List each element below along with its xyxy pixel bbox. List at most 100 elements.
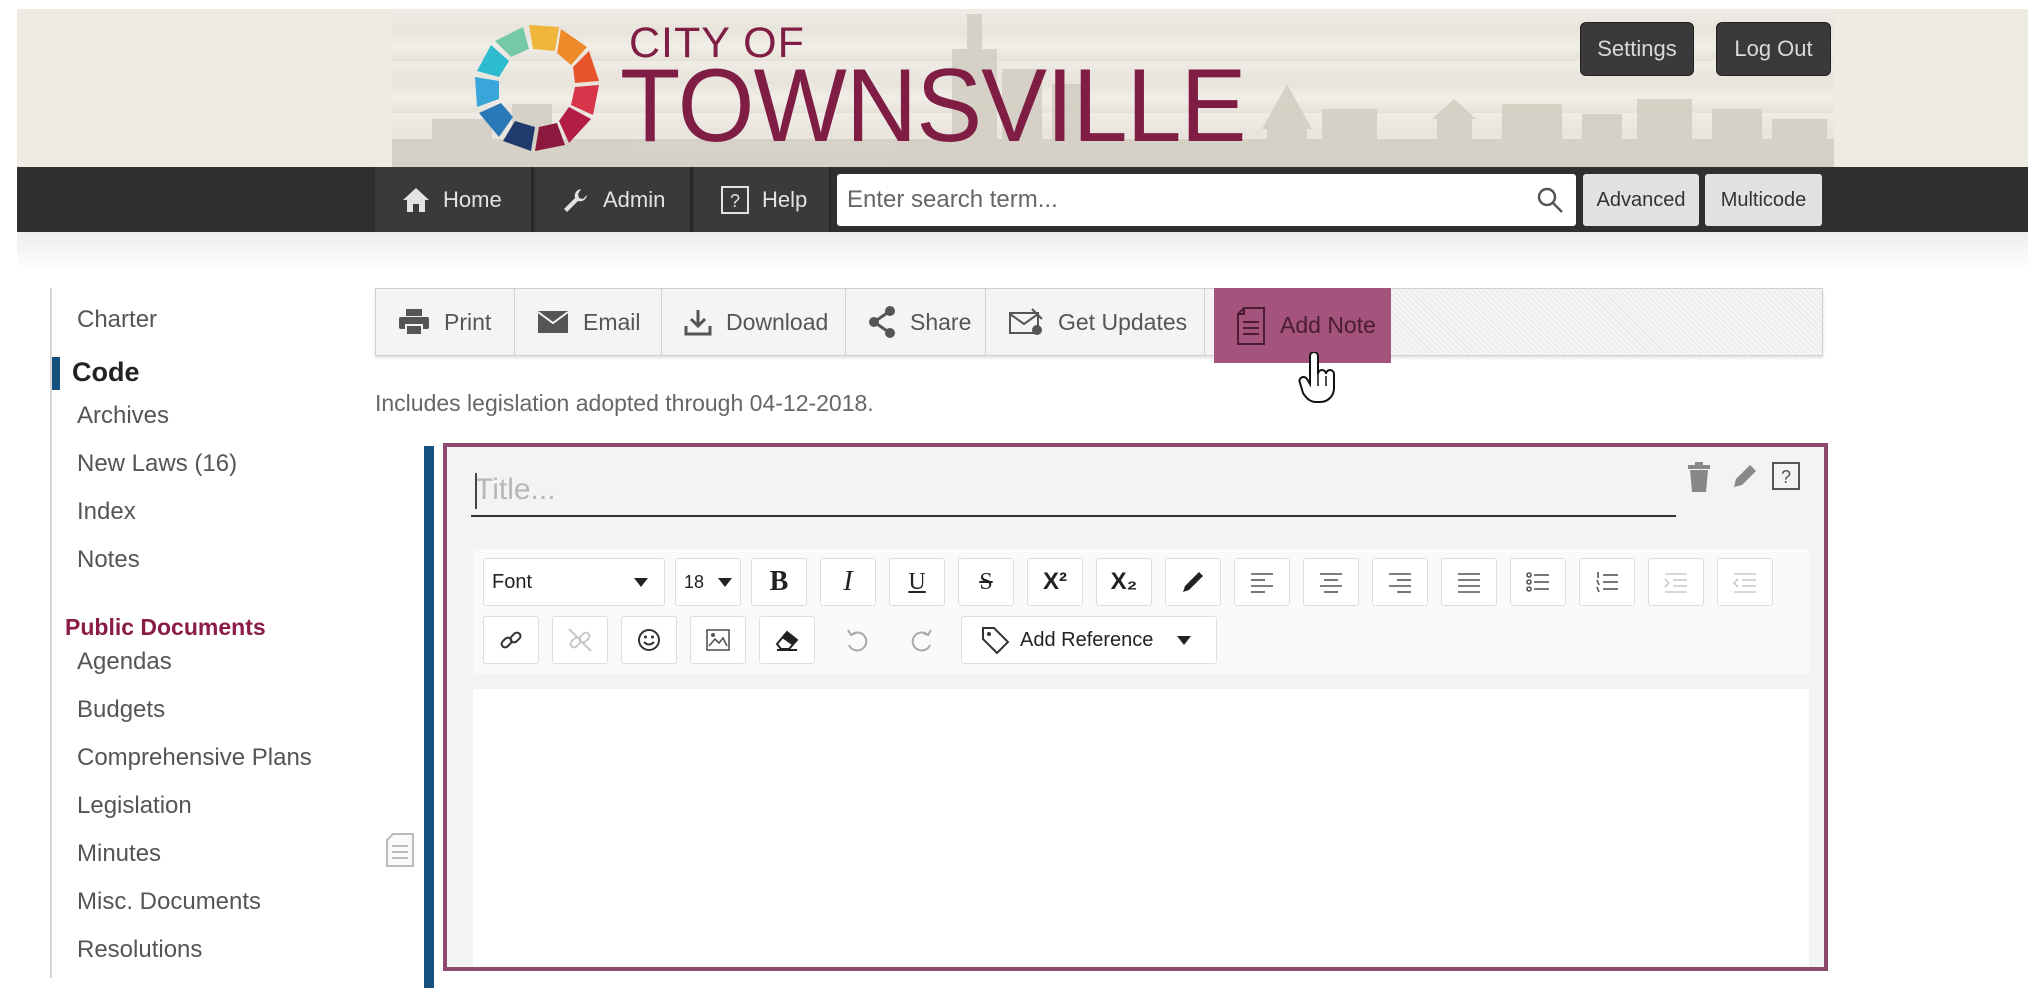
text-caret — [475, 473, 477, 509]
align-left-button[interactable] — [1234, 558, 1290, 606]
sidebar-item-budgets[interactable]: Budgets — [77, 696, 165, 724]
sidebar-item-new-laws[interactable]: New Laws (16) — [77, 450, 237, 478]
email-button[interactable]: Email — [515, 289, 662, 355]
note-editor: ? Font 18 B I U S X² X₂ — [443, 443, 1828, 971]
search-icon[interactable] — [1536, 186, 1564, 214]
insert-image-button[interactable] — [690, 616, 746, 664]
sidebar-item-archives[interactable]: Archives — [77, 402, 169, 430]
emoji-icon — [638, 629, 660, 651]
align-right-button[interactable] — [1372, 558, 1428, 606]
wrench-icon — [564, 188, 587, 212]
clear-format-button[interactable] — [759, 616, 815, 664]
eraser-icon — [775, 630, 799, 651]
envelope-icon — [537, 311, 569, 333]
sidebar-item-agendas[interactable]: Agendas — [77, 648, 172, 676]
subscript-button[interactable]: X₂ — [1096, 558, 1152, 606]
sidebar-item-notes[interactable]: Notes — [77, 546, 140, 574]
logout-button[interactable]: Log Out — [1716, 22, 1831, 76]
font-family-select[interactable]: Font — [483, 558, 665, 606]
highlight-pen-icon — [1183, 572, 1203, 592]
align-center-button[interactable] — [1303, 558, 1359, 606]
search-input[interactable] — [837, 174, 1517, 226]
print-button[interactable]: Print — [376, 289, 515, 355]
bulleted-list-button[interactable] — [1510, 558, 1566, 606]
download-button[interactable]: Download — [662, 289, 846, 355]
link-icon — [500, 631, 522, 649]
share-label: Share — [910, 308, 972, 335]
sidebar-item-minutes[interactable]: Minutes — [77, 840, 161, 868]
add-note-label: Add Note — [1280, 312, 1376, 338]
note-body-textarea[interactable] — [473, 689, 1809, 967]
nav-admin[interactable]: Admin — [535, 167, 692, 232]
settings-button[interactable]: Settings — [1580, 22, 1694, 76]
justify-button[interactable] — [1441, 558, 1497, 606]
pencil-icon[interactable] — [1730, 461, 1760, 491]
get-updates-button[interactable]: Get Updates — [986, 289, 1205, 355]
strikethrough-icon: S — [979, 568, 993, 595]
numbered-list-icon — [1596, 572, 1618, 593]
undo-icon — [847, 629, 868, 652]
share-button[interactable]: Share — [846, 289, 986, 355]
align-right-icon — [1389, 573, 1411, 593]
document-toolbar: Print Email Download Share Get Updates A… — [375, 288, 1823, 363]
document-icon[interactable] — [385, 832, 415, 868]
sidebar-item-comprehensive-plans[interactable]: Comprehensive Plans — [77, 744, 312, 772]
multicode-button[interactable]: Multicode — [1705, 174, 1822, 226]
sidebar-item-resolutions[interactable]: Resolutions — [77, 936, 202, 964]
strikethrough-button[interactable]: S — [958, 558, 1014, 606]
sidebar-item-legislation[interactable]: Legislation — [77, 792, 192, 820]
highlight-button[interactable] — [1165, 558, 1221, 606]
align-left-icon — [1251, 573, 1273, 593]
outdent-button[interactable] — [1717, 558, 1773, 606]
share-icon — [869, 306, 895, 338]
italic-button[interactable]: I — [820, 558, 876, 606]
email-label: Email — [583, 308, 641, 335]
sidebar: Charter Code Archives New Laws (16) Inde… — [0, 288, 340, 978]
question-icon[interactable]: ? — [1771, 461, 1801, 491]
chevron-down-icon — [1177, 635, 1192, 645]
sidebar-item-charter[interactable]: Charter — [77, 306, 157, 334]
outdent-icon — [1732, 573, 1756, 593]
add-reference-dropdown[interactable]: Add Reference — [961, 616, 1217, 664]
font-size-select[interactable]: 18 — [675, 558, 741, 606]
sidebar-divider — [50, 288, 52, 978]
city-logo-icon — [475, 25, 599, 151]
trash-icon[interactable] — [1686, 461, 1712, 493]
font-select-label: Font — [492, 570, 533, 593]
subscript-icon: X₂ — [1110, 568, 1138, 595]
site-header: CITY OF TOWNSVILLE Settings Log Out — [17, 9, 2028, 167]
nav-help-label: Help — [762, 186, 808, 212]
sidebar-active-marker — [52, 357, 60, 390]
bold-button[interactable]: B — [751, 558, 807, 606]
unlink-icon — [568, 628, 592, 652]
download-icon — [684, 310, 712, 336]
rich-text-toolbar: Font 18 B I U S X² X₂ Add Reference — [473, 549, 1809, 673]
print-label: Print — [444, 308, 492, 335]
sidebar-item-code[interactable]: Code — [72, 357, 140, 388]
mail-updates-icon — [1009, 308, 1043, 335]
insert-link-button[interactable] — [483, 616, 539, 664]
nav-home[interactable]: Home — [375, 167, 533, 232]
underline-icon: U — [908, 568, 926, 595]
superscript-icon: X² — [1043, 568, 1067, 595]
redo-button[interactable] — [895, 616, 951, 664]
sidebar-item-misc-documents[interactable]: Misc. Documents — [77, 888, 261, 916]
superscript-button[interactable]: X² — [1027, 558, 1083, 606]
nav-admin-label: Admin — [603, 186, 666, 212]
printer-icon — [399, 309, 429, 336]
sidebar-section-public-documents: Public Documents — [65, 614, 266, 640]
search-box — [837, 174, 1576, 226]
numbered-list-button[interactable] — [1579, 558, 1635, 606]
get-updates-label: Get Updates — [1058, 308, 1188, 335]
note-title-input[interactable] — [471, 465, 1676, 517]
legislation-date-text: Includes legislation adopted through 04-… — [375, 390, 874, 416]
page: CITY OF TOWNSVILLE Settings Log Out Home… — [0, 0, 2028, 988]
unlink-button[interactable] — [552, 616, 608, 664]
advanced-search-button[interactable]: Advanced — [1583, 174, 1699, 226]
sidebar-item-index[interactable]: Index — [77, 498, 136, 526]
emoji-button[interactable] — [621, 616, 677, 664]
underline-button[interactable]: U — [889, 558, 945, 606]
undo-button[interactable] — [828, 616, 884, 664]
indent-button[interactable] — [1648, 558, 1704, 606]
nav-help[interactable]: ? Help — [694, 167, 831, 232]
